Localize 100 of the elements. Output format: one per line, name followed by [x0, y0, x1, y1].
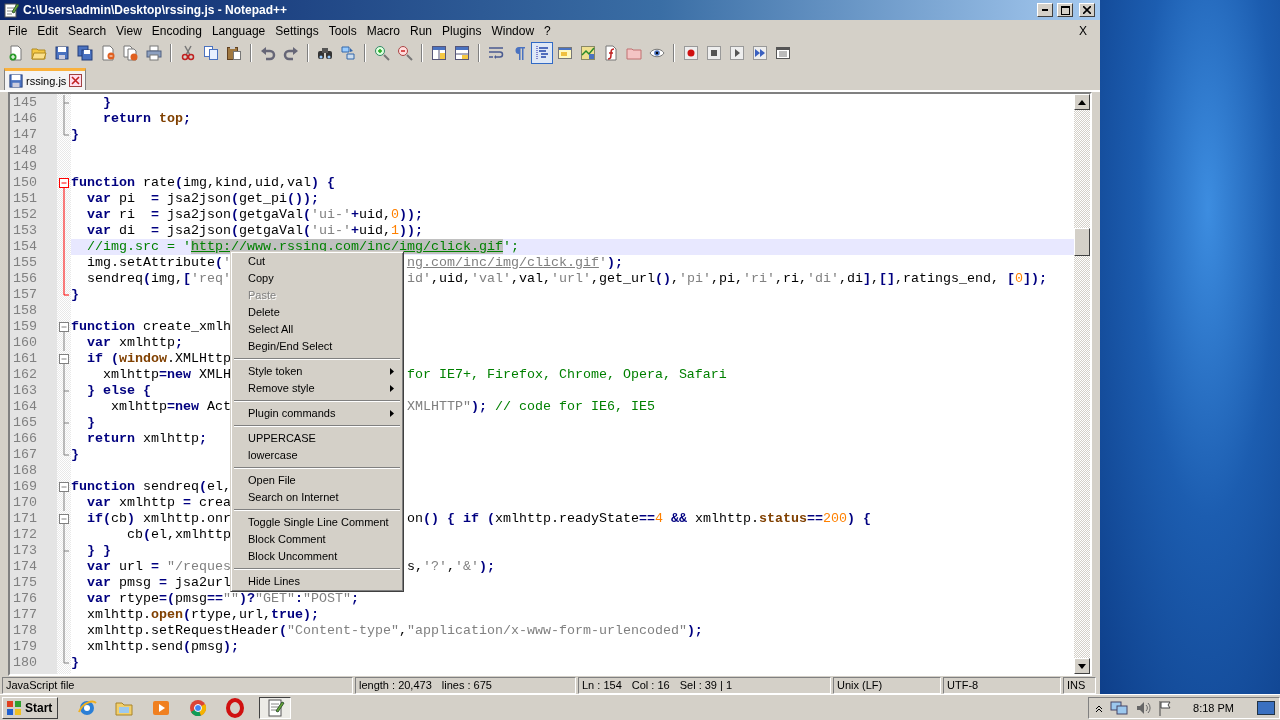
line-number: 178 — [12, 623, 38, 639]
code-text: } } — [86, 543, 111, 558]
close-button[interactable] — [1079, 3, 1095, 17]
close-document-button[interactable]: X — [1074, 24, 1092, 38]
code-text: id',uid,'val',val,'url',get_url(),'pi',pi,'ri',ri,'di',di],[],ratings_end, [0]); — [406, 271, 1047, 286]
binoculars-icon — [317, 45, 333, 61]
line-number: 180 — [12, 655, 38, 671]
code-text: } — [71, 447, 79, 462]
scroll-down-button[interactable] — [1074, 658, 1090, 674]
zoom-in-icon — [374, 45, 390, 61]
menu-item[interactable]: Run — [405, 24, 438, 38]
menu-item[interactable]: Window — [486, 24, 540, 38]
notepad-icon — [265, 697, 286, 718]
network-icon[interactable] — [1110, 699, 1129, 716]
macro-list-icon — [775, 45, 791, 61]
menu-item[interactable]: ? — [539, 24, 556, 38]
menu-item[interactable]: Edit — [32, 24, 64, 38]
play-icon — [729, 45, 745, 61]
code-text: function create_xmlh — [71, 319, 231, 334]
fold-collapse-icon[interactable] — [59, 514, 69, 527]
menu-item[interactable]: Plugins — [437, 24, 487, 38]
line-number: 151 — [12, 191, 38, 207]
line-number: 163 — [12, 383, 38, 399]
menu-item[interactable]: Style token — [234, 363, 400, 380]
code-text: xmlhttp.setRequestHeader("Content-type","application/x-www-form-urlencoded"); — [86, 623, 703, 638]
line-number: 150 — [12, 175, 38, 191]
menu-item[interactable]: Copy — [234, 270, 400, 287]
line-number: 165 — [12, 415, 38, 431]
menu-item[interactable]: Macro — [361, 24, 405, 38]
start-button[interactable]: Start — [2, 696, 59, 719]
code-text: xmlhttp.send(pmsg); — [86, 639, 239, 654]
fold-collapse-icon[interactable] — [59, 322, 69, 335]
menu-item[interactable]: Settings — [270, 24, 324, 38]
menu-item[interactable]: UPPERCASE — [234, 430, 400, 447]
status-text: lines : 675 — [441, 678, 492, 693]
line-number: 171 — [12, 511, 38, 527]
fold-collapse-icon[interactable] — [59, 354, 69, 367]
copy-icon — [203, 45, 219, 61]
menu-item[interactable]: Block Uncomment — [234, 548, 400, 565]
menu-item[interactable]: View — [111, 24, 147, 38]
toolbar-button[interactable] — [143, 42, 165, 64]
redo-icon — [283, 45, 299, 61]
scroll-up-button[interactable] — [1074, 94, 1090, 110]
menu-item[interactable]: Language — [206, 24, 271, 38]
menu-item[interactable]: lowercase — [234, 447, 400, 464]
status-text: Ln : 154 — [582, 678, 622, 693]
menu-item[interactable]: Search on Internet — [234, 489, 400, 506]
map-icon — [580, 45, 596, 61]
link[interactable]: ng.com/inc/img/click.gif — [406, 255, 599, 270]
code-text: xmlhttp=new Act — [110, 399, 231, 414]
menu-item[interactable]: Toggle Single Line Comment — [234, 514, 400, 531]
menu-item[interactable]: Delete — [234, 304, 400, 321]
line-number: 153 — [12, 223, 38, 239]
code-text: img.setAttribute(' — [86, 255, 231, 270]
line-number: 160 — [12, 335, 38, 351]
menu-item[interactable]: Begin/End Select — [234, 338, 400, 355]
menu-item[interactable]: Hide Lines — [234, 573, 400, 590]
minimize-button[interactable] — [1037, 3, 1053, 17]
folder-icon — [31, 45, 47, 61]
desktop-icon[interactable] — [1257, 700, 1275, 715]
line-number: 168 — [12, 463, 38, 479]
scroll-thumb[interactable] — [1074, 228, 1090, 256]
menu-item[interactable]: Tools — [323, 24, 362, 38]
menu-item[interactable]: Plugin commands — [234, 405, 400, 422]
code-text: var pmsg = jsa2url — [86, 575, 231, 590]
status-text: length : 20,473 — [359, 678, 432, 693]
chevron-up-icon[interactable] — [1095, 703, 1104, 712]
close-file-icon — [100, 45, 116, 61]
line-number: 149 — [12, 159, 38, 175]
menu-item[interactable]: Search — [63, 24, 112, 38]
menu-item[interactable]: Encoding — [146, 24, 207, 38]
line-number: 154 — [12, 239, 38, 255]
save-icon — [9, 73, 23, 88]
tab-close-button[interactable] — [69, 74, 83, 87]
line-number: 176 — [12, 591, 38, 607]
menu-item[interactable]: Block Comment — [234, 531, 400, 548]
code-text: return top; — [102, 111, 191, 126]
taskbar-button[interactable] — [259, 696, 292, 719]
save-icon — [54, 45, 70, 61]
toolbar-button[interactable] — [531, 42, 553, 64]
line-number: 164 — [12, 399, 38, 415]
code-text: } — [86, 415, 95, 430]
menu-item[interactable]: Open File — [234, 472, 400, 489]
menu-item[interactable]: Select All — [234, 321, 400, 338]
toolbar-button[interactable] — [74, 42, 96, 64]
code-text: on() { if (xmlhttp.readyState==4 && xmlhttp.status==200) { — [406, 511, 871, 526]
undo-icon — [260, 45, 276, 61]
fold-collapse-icon[interactable] — [59, 482, 69, 495]
code-text: xmlhttp=new XMLH — [102, 367, 231, 382]
code-text: if(cb) xmlhttp.onr — [86, 511, 231, 526]
line-number: 179 — [12, 639, 38, 655]
menu-item[interactable]: File — [3, 24, 33, 38]
fold-collapse-icon[interactable] — [59, 178, 69, 191]
folder-icon — [626, 45, 642, 61]
maximize-button[interactable] — [1057, 3, 1073, 17]
tab[interactable]: rssing.js — [4, 68, 87, 90]
menu-item[interactable]: Cut — [234, 253, 400, 270]
code-text: xmlhttp.open(rtype,url,true); — [86, 607, 319, 622]
flag-icon[interactable] — [1158, 699, 1173, 716]
menu-item[interactable]: Remove style — [234, 380, 400, 397]
